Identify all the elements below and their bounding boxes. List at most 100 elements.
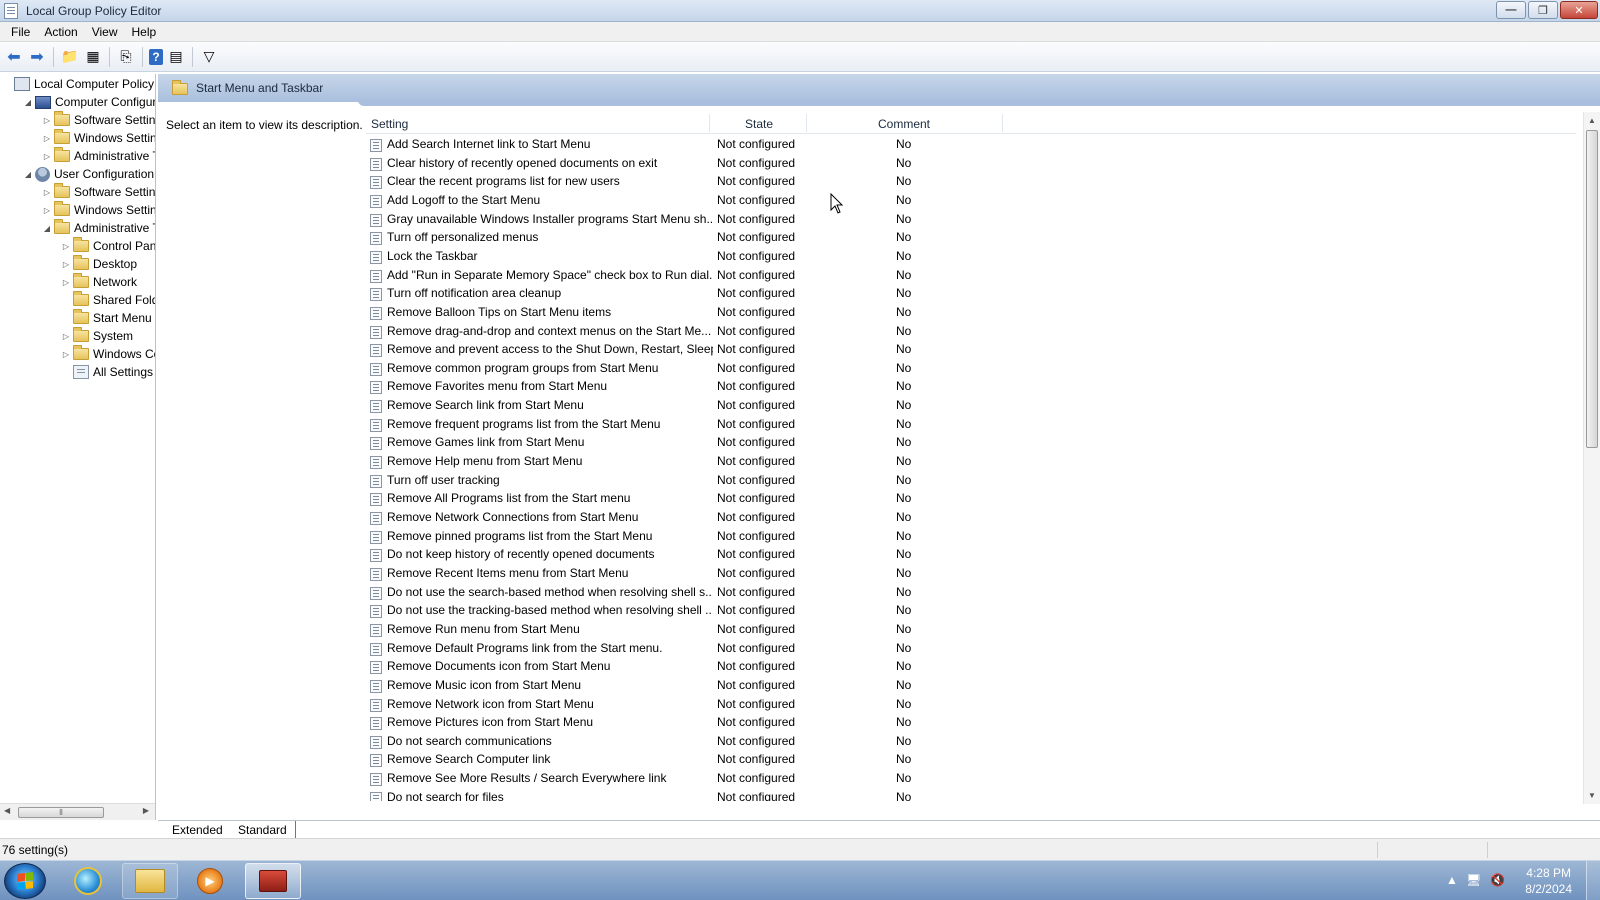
setting-row[interactable]: Do not use the search-based method when … — [366, 583, 1566, 602]
group-policy-editor-button[interactable] — [245, 863, 301, 899]
tree-item[interactable]: ▷ Desktop — [61, 255, 137, 273]
collapsed-arrow-icon[interactable]: ▷ — [42, 188, 52, 197]
setting-row[interactable]: Remove See More Results / Search Everywh… — [366, 769, 1566, 788]
back-arrow-icon[interactable]: ⬅ — [4, 47, 24, 67]
tree-item[interactable]: ▷ Administrative Templates — [42, 147, 155, 165]
collapsed-arrow-icon[interactable]: ▷ — [61, 242, 71, 251]
setting-row[interactable]: Turn off user tracking Not configured No — [366, 471, 1566, 490]
minimize-button[interactable]: — — [1496, 1, 1526, 19]
column-header-comment[interactable]: Comment — [878, 117, 930, 131]
setting-row[interactable]: Remove Recent Items menu from Start Menu… — [366, 564, 1566, 583]
tree-item[interactable]: ◢ Administrative Templates — [42, 219, 155, 237]
setting-row[interactable]: Do not search communications Not configur… — [366, 732, 1566, 751]
setting-row[interactable]: Remove Search link from Start Menu Not co… — [366, 396, 1566, 415]
setting-row[interactable]: Remove frequent programs list from the S… — [366, 415, 1566, 434]
tree-item[interactable]: Start Menu and Taskbar — [61, 309, 155, 327]
setting-row[interactable]: Remove Favorites menu from Start Menu Not… — [366, 377, 1566, 396]
collapsed-arrow-icon[interactable]: ▷ — [42, 206, 52, 215]
collapsed-arrow-icon[interactable]: ▷ — [61, 350, 71, 359]
setting-row[interactable]: Clear history of recently opened documen… — [366, 154, 1566, 173]
expanded-arrow-icon[interactable]: ◢ — [23, 98, 33, 107]
tree-item[interactable]: ◢ User Configuration — [23, 165, 154, 183]
expanded-arrow-icon[interactable]: ◢ — [23, 170, 33, 179]
setting-row[interactable]: Remove All Programs list from the Start … — [366, 489, 1566, 508]
menu-file[interactable]: File — [4, 22, 37, 41]
setting-row[interactable]: Remove Games link from Start Menu Not con… — [366, 433, 1566, 452]
setting-row[interactable]: Remove and prevent access to the Shut Do… — [366, 340, 1566, 359]
tree-horizontal-scrollbar[interactable]: ◀ ⦀ ▶ — [0, 803, 155, 820]
setting-row[interactable]: Remove Pictures icon from Start Menu Not … — [366, 713, 1566, 732]
scroll-down-icon[interactable]: ▼ — [1588, 791, 1596, 800]
forward-arrow-icon[interactable]: ➡ — [27, 47, 47, 67]
filter-icon[interactable]: ▽ — [199, 47, 219, 67]
scroll-left-icon[interactable]: ◀ — [4, 806, 10, 815]
setting-row[interactable]: Gray unavailable Windows Installer progr… — [366, 210, 1566, 229]
tree-item[interactable]: ▷ Windows Settings — [42, 201, 155, 219]
setting-row[interactable]: Add Search Internet link to Start Menu No… — [366, 135, 1566, 154]
tree-item[interactable]: ▷ Windows Components — [61, 345, 155, 363]
setting-row[interactable]: Remove Documents icon from Start Menu Not… — [366, 657, 1566, 676]
app-icon[interactable] — [4, 3, 18, 19]
column-divider[interactable] — [806, 114, 807, 132]
internet-explorer-button[interactable] — [60, 863, 116, 899]
show-hide-action-pane-icon[interactable]: ▤ — [166, 47, 186, 67]
setting-row[interactable]: Remove Network icon from Start Menu Not c… — [366, 695, 1566, 714]
tree-item[interactable]: Shared Folders — [61, 291, 155, 309]
volume-muted-icon[interactable]: 🔇 — [1490, 873, 1505, 887]
tree-item[interactable]: ▷ Control Panel — [61, 237, 155, 255]
setting-row[interactable]: Remove Balloon Tips on Start Menu items N… — [366, 303, 1566, 322]
help-icon[interactable]: ? — [149, 48, 163, 65]
setting-row[interactable]: Do not use the tracking-based method whe… — [366, 601, 1566, 620]
tree-item[interactable]: All Settings — [61, 363, 153, 381]
up-folder-icon[interactable]: 📁 — [60, 47, 80, 67]
setting-row[interactable]: Add "Run in Separate Memory Space" check… — [366, 266, 1566, 285]
settings-scroll-thumb[interactable] — [1586, 130, 1598, 448]
column-header-setting[interactable]: Setting — [371, 117, 408, 131]
tree-item[interactable]: Local Computer Policy — [2, 75, 154, 93]
tree-scroll-thumb[interactable]: ⦀ — [18, 807, 104, 818]
windows-explorer-button[interactable] — [122, 863, 178, 899]
collapsed-arrow-icon[interactable]: ▷ — [42, 116, 52, 125]
setting-row[interactable]: Remove common program groups from Start … — [366, 359, 1566, 378]
setting-row[interactable]: Remove Default Programs link from the St… — [366, 639, 1566, 658]
setting-row[interactable]: Remove Music icon from Start Menu Not con… — [366, 676, 1566, 695]
show-hidden-icons-icon[interactable]: ▲ — [1446, 873, 1458, 887]
collapsed-arrow-icon[interactable]: ▷ — [42, 134, 52, 143]
setting-row[interactable]: Do not search for files Not configured No — [366, 788, 1566, 801]
show-desktop-button[interactable] — [1586, 861, 1600, 900]
menu-help[interactable]: Help — [125, 22, 164, 41]
setting-row[interactable]: Remove Help menu from Start Menu Not conf… — [366, 452, 1566, 471]
tree-item[interactable]: ▷ Software Settings — [42, 183, 155, 201]
show-hide-tree-icon[interactable]: ▦ — [83, 47, 103, 67]
tree-item[interactable]: ▷ System — [61, 327, 133, 345]
scroll-up-icon[interactable]: ▲ — [1588, 116, 1596, 125]
menu-view[interactable]: View — [85, 22, 125, 41]
collapsed-arrow-icon[interactable]: ▷ — [61, 332, 71, 341]
title-bar[interactable]: Local Group Policy Editor — ❐ ✕ — [0, 0, 1600, 22]
setting-row[interactable]: Remove pinned programs list from the Sta… — [366, 527, 1566, 546]
setting-row[interactable]: Turn off notification area cleanup Not co… — [366, 284, 1566, 303]
column-divider[interactable] — [1002, 114, 1003, 132]
setting-row[interactable]: Add Logoff to the Start Menu Not configur… — [366, 191, 1566, 210]
setting-row[interactable]: Clear the recent programs list for new u… — [366, 172, 1566, 191]
setting-row[interactable]: Turn off personalized menus Not configure… — [366, 228, 1566, 247]
collapsed-arrow-icon[interactable]: ▷ — [61, 260, 71, 269]
tab-standard[interactable]: Standard — [228, 821, 296, 838]
clock[interactable]: 4:28 PM 8/2/2024 — [1525, 865, 1572, 897]
tree-item[interactable]: ▷ Software Settings — [42, 111, 155, 129]
scroll-right-icon[interactable]: ▶ — [143, 806, 149, 815]
settings-vertical-scrollbar[interactable]: ▲ ▼ — [1583, 112, 1600, 804]
tree-item[interactable]: ◢ Computer Configuration — [23, 93, 155, 111]
network-icon[interactable]: 🖥 — [1466, 873, 1481, 887]
setting-row[interactable]: Remove Search Computer link Not configure… — [366, 750, 1566, 769]
collapsed-arrow-icon[interactable]: ▷ — [42, 152, 52, 161]
column-header-state[interactable]: State — [745, 117, 773, 131]
start-button[interactable] — [4, 863, 46, 899]
collapsed-arrow-icon[interactable]: ▷ — [61, 278, 71, 287]
media-player-button[interactable]: ▶ — [182, 863, 238, 899]
menu-action[interactable]: Action — [37, 22, 84, 41]
close-button[interactable]: ✕ — [1560, 1, 1598, 19]
restore-button[interactable]: ❐ — [1528, 1, 1558, 19]
tree-item[interactable]: ▷ Windows Settings — [42, 129, 155, 147]
setting-row[interactable]: Lock the Taskbar Not configured No — [366, 247, 1566, 266]
